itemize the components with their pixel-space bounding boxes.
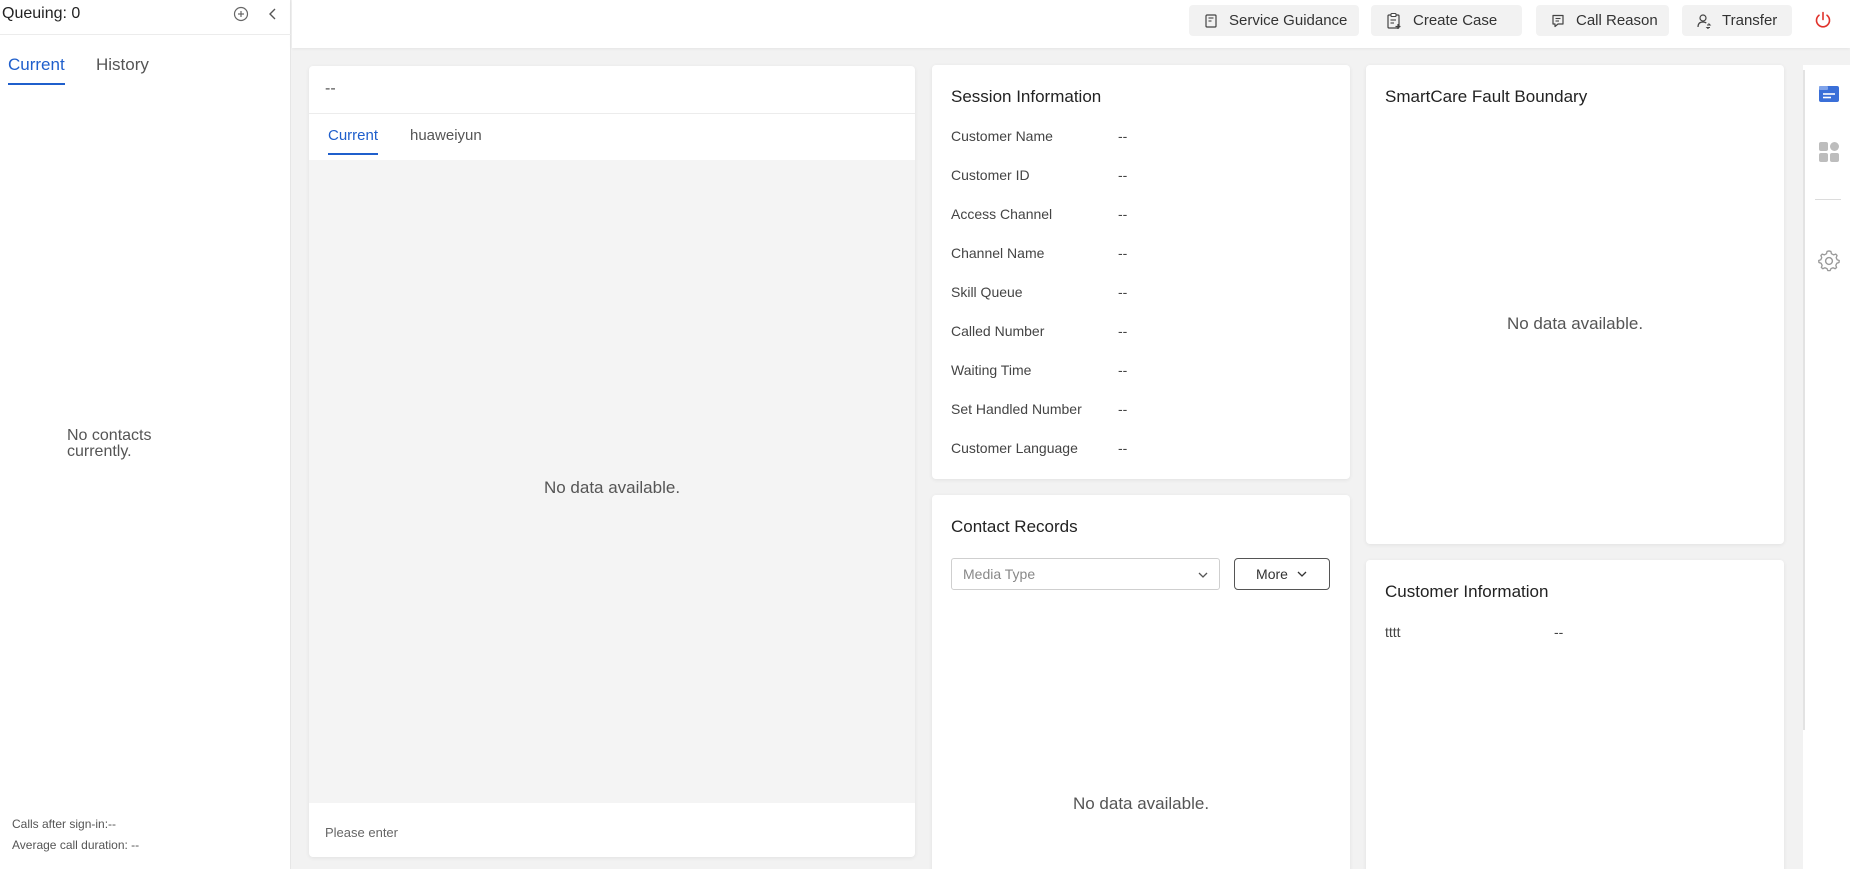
records-title: Contact Records: [951, 517, 1078, 536]
queue-bar: Queuing: 0: [0, 0, 291, 35]
session-title: Session Information: [951, 87, 1102, 106]
chevron-left-icon[interactable]: [264, 5, 282, 23]
customer-info-value: --: [1554, 624, 1564, 640]
user-transfer-icon: [1697, 13, 1712, 29]
call-reason-label: Call Reason: [1576, 12, 1658, 29]
chevron-down-icon: [1297, 571, 1307, 577]
guide-book-icon: [1205, 13, 1217, 28]
clipboard-add-icon: [1387, 12, 1401, 29]
media-type-select[interactable]: Media Type: [951, 558, 1220, 590]
create-case-label: Create Case: [1413, 12, 1498, 29]
chat-input[interactable]: [325, 825, 885, 840]
call-reason-button[interactable]: Call Reason: [1536, 5, 1669, 36]
session-information-card: Session Information Customer Name -- Cust…: [932, 65, 1350, 479]
top-toolbar: Service Guidance Create Case Call Reason…: [292, 0, 1850, 48]
smartcare-fault-boundary-card: SmartCare Fault Boundary No data availab…: [1366, 65, 1784, 544]
customer-information-card: Customer Information tttt --: [1366, 560, 1784, 869]
right-tool-rail: [1803, 65, 1850, 869]
customer-info-label: tttt: [1385, 624, 1401, 640]
contact-list-panel: Queuing: 0 Current History No contacts c…: [0, 0, 291, 869]
smartcare-title: SmartCare Fault Boundary: [1385, 87, 1588, 106]
records-empty-text: No data available.: [1072, 794, 1210, 813]
chat-tab-huaweiyun[interactable]: huaweiyun: [410, 127, 482, 153]
average-call-duration: Average call duration: --: [12, 838, 140, 852]
more-button[interactable]: More: [1234, 558, 1330, 590]
power-icon[interactable]: [1813, 10, 1833, 30]
transfer-button[interactable]: Transfer: [1682, 5, 1792, 36]
customer-info-title: Customer Information: [1385, 582, 1549, 601]
rail-divider: [1815, 199, 1841, 200]
chat-message-area: No data available.: [309, 160, 915, 803]
service-guidance-button[interactable]: Service Guidance: [1189, 5, 1359, 36]
card-panel-icon[interactable]: [1817, 82, 1841, 106]
scrollbar[interactable]: [1803, 70, 1805, 730]
more-label: More: [1256, 566, 1288, 582]
service-guidance-label: Service Guidance: [1229, 12, 1348, 29]
transfer-label: Transfer: [1722, 12, 1778, 29]
chat-tab-current[interactable]: Current: [328, 127, 379, 155]
create-case-button[interactable]: Create Case: [1371, 5, 1522, 36]
chat-header: --: [309, 66, 915, 114]
chat-empty-text: No data available.: [543, 478, 681, 497]
no-contacts-text: No contacts currently.: [67, 427, 152, 460]
apps-grid-icon[interactable]: [1817, 140, 1841, 164]
plus-circle-icon[interactable]: [232, 5, 250, 23]
smartcare-empty-text: No data available.: [1506, 314, 1644, 333]
media-type-placeholder: Media Type: [963, 566, 1036, 582]
chevron-down-icon: [1198, 572, 1208, 578]
tab-current[interactable]: Current: [8, 55, 65, 85]
queue-count: Queuing: 0: [2, 5, 81, 22]
contact-tabs: Current History: [0, 35, 291, 85]
settings-gear-icon[interactable]: [1817, 249, 1841, 273]
tab-history[interactable]: History: [96, 55, 149, 83]
comment-list-icon: [1552, 14, 1564, 27]
calls-after-signin: Calls after sign-in:--: [12, 817, 117, 831]
chat-panel: -- Current huaweiyun No data available.: [309, 66, 915, 857]
contact-records-card: Contact Records Media Type More No data …: [932, 495, 1350, 869]
chat-title: --: [325, 80, 336, 97]
